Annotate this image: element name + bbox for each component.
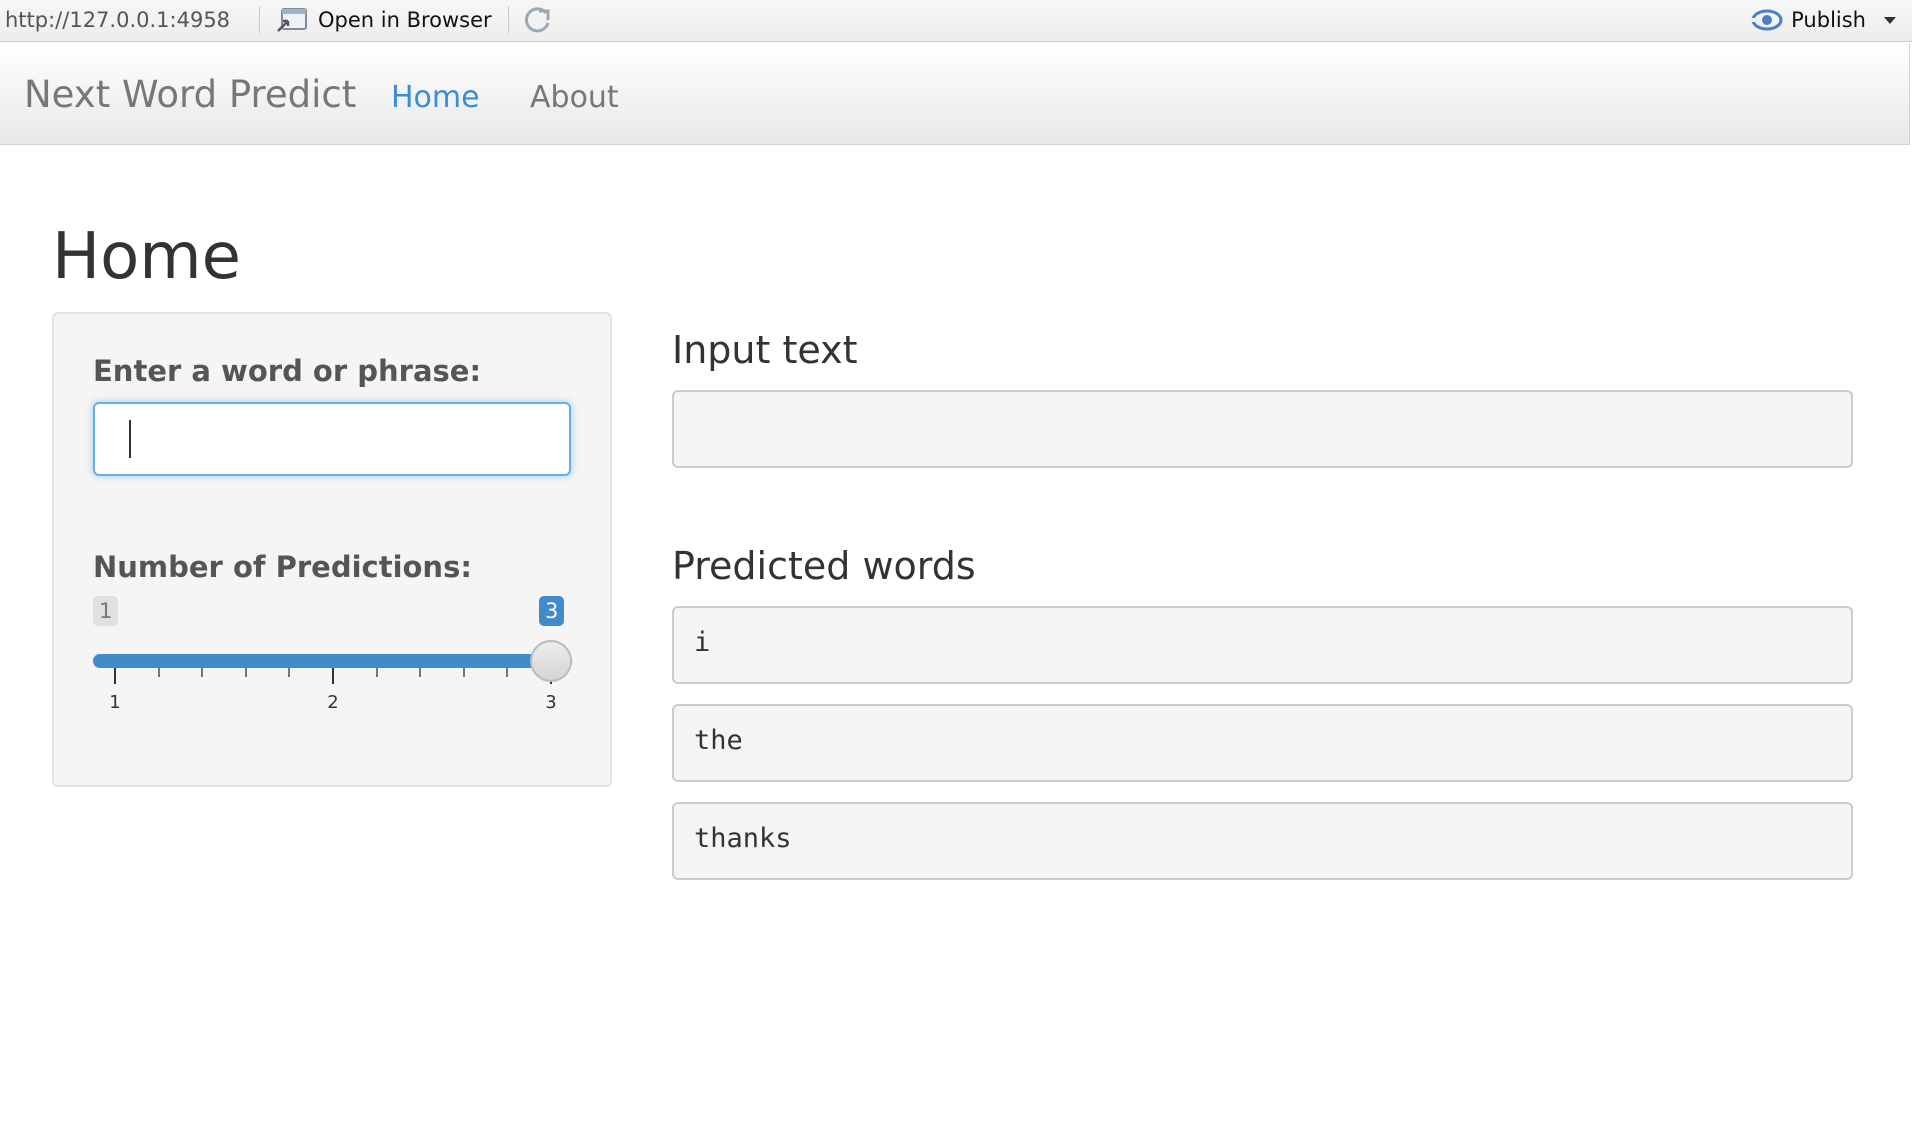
slider-fill: [93, 654, 551, 668]
publish-icon: [1751, 9, 1783, 31]
page-title: Home: [52, 220, 241, 294]
slider-minor-tick: [288, 668, 291, 677]
predicted-word: i: [694, 627, 711, 658]
slider-minor-tick: [201, 668, 204, 677]
slider-min-badge: 1: [93, 596, 119, 626]
refresh-icon[interactable]: [520, 4, 554, 36]
input-text-heading: Input text: [672, 328, 858, 372]
predicted-words-heading: Predicted words: [672, 544, 976, 588]
slider-tick-label: 3: [545, 692, 557, 713]
slider-label: Number of Predictions:: [93, 550, 472, 584]
viewer-toolbar: http://127.0.0.1:4958 Open in Browser Pu…: [0, 0, 1912, 42]
slider-major-tick: [114, 668, 116, 684]
chevron-down-icon[interactable]: [1884, 16, 1896, 24]
slider-tick-label: 2: [327, 692, 339, 713]
slider-minor-tick: [419, 668, 422, 677]
slider-handle[interactable]: [530, 640, 572, 682]
slider-major-tick: [332, 668, 334, 684]
text-cursor: [129, 420, 131, 458]
prediction-box: the: [672, 704, 1853, 782]
slider-minor-tick: [244, 668, 247, 677]
prediction-box: thanks: [672, 802, 1853, 880]
slider-value-badge: 3: [539, 596, 565, 626]
slider-minor-tick: [506, 668, 509, 677]
slider-minor-tick: [157, 668, 160, 677]
input-text-output: [672, 390, 1853, 468]
text-input-label: Enter a word or phrase:: [93, 354, 482, 388]
toolbar-divider: [508, 6, 509, 33]
navbar-brand[interactable]: Next Word Predict: [24, 73, 356, 116]
viewer-url: http://127.0.0.1:4958: [5, 8, 231, 32]
sidebar-panel: Enter a word or phrase: Number of Predic…: [52, 312, 612, 787]
tab-about[interactable]: About: [530, 80, 619, 115]
open-in-browser-icon: [277, 8, 307, 32]
open-in-browser-label: Open in Browser: [318, 8, 492, 32]
toolbar-divider: [259, 6, 260, 33]
phrase-input[interactable]: [93, 402, 571, 476]
app-navbar: Next Word Predict Home About: [0, 43, 1910, 145]
slider-minor-tick: [375, 668, 378, 677]
tab-home[interactable]: Home: [391, 80, 480, 115]
publish-button[interactable]: Publish: [1751, 6, 1896, 34]
predicted-word: thanks: [694, 823, 792, 854]
slider-tick-label: 1: [109, 692, 121, 713]
predicted-word: the: [694, 725, 743, 756]
open-in-browser-button[interactable]: Open in Browser: [276, 6, 492, 34]
predictions-slider[interactable]: 1 3 1 2 3: [93, 596, 573, 716]
publish-label: Publish: [1791, 8, 1866, 32]
slider-minor-tick: [462, 668, 465, 677]
prediction-box: i: [672, 606, 1853, 684]
